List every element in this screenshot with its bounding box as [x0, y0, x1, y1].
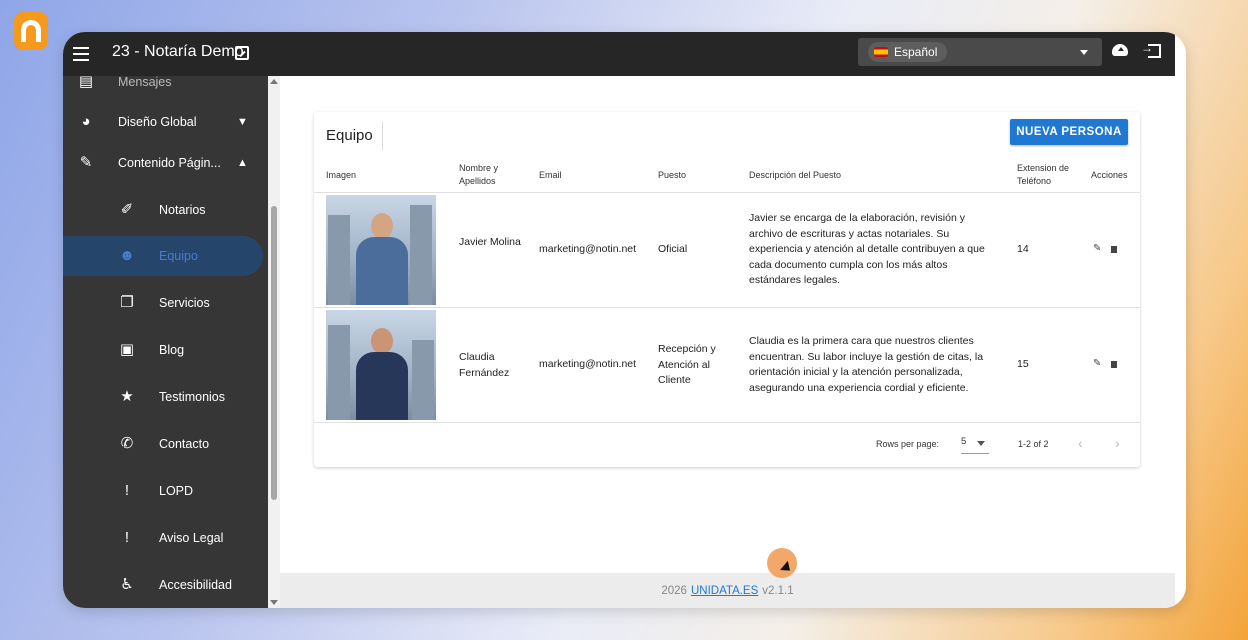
sidebar-item-label: Servicios [159, 296, 210, 310]
sidebar-item-diseno-global[interactable]: ◕ Diseño Global ▼ [63, 102, 268, 142]
sidebar-item-mensajes[interactable]: ▤ Mensajes [63, 76, 268, 102]
edit-document-icon: ✎ [79, 154, 93, 171]
sidebar-item-equipo[interactable]: ☻ Equipo [63, 236, 263, 276]
member-position: Oficial [658, 243, 688, 255]
main-content: Equipo NUEVA PERSONA Imagen Nombre y Ape… [280, 76, 1186, 608]
menu-icon[interactable] [73, 47, 91, 61]
documents-icon: ❐ [120, 294, 134, 311]
app-title: 23 - Notaría Demo [112, 43, 244, 60]
member-description: Javier se encarga de la elaboración, rev… [749, 212, 985, 286]
app-window: 23 - Notaría Demo Español ▤ Mensajes ◕ D… [63, 32, 1186, 608]
column-header-email[interactable]: Email [539, 169, 562, 182]
scroll-down-icon[interactable] [270, 600, 278, 605]
table-row: Javier Molina marketing@notin.net Oficia… [314, 193, 1140, 308]
rows-per-page-label: Rows per page: [876, 439, 940, 449]
spain-flag-icon [874, 47, 888, 57]
logout-icon[interactable] [1141, 41, 1161, 58]
sidebar-item-label: Diseño Global [118, 115, 197, 129]
column-header-description[interactable]: Descripción del Puesto [749, 169, 841, 182]
sidebar-item-label: LOPD [159, 484, 194, 498]
member-name: Claudia Fernández [459, 351, 510, 379]
chevron-down-icon: ▼ [237, 116, 248, 128]
sidebar-item-servicios[interactable]: ❐ Servicios [63, 283, 268, 323]
footer-version: v2.1.1 [762, 584, 794, 597]
sidebar-item-label: Notarios [159, 203, 206, 217]
top-bar: 23 - Notaría Demo Español [63, 32, 1175, 76]
article-icon: ▣ [119, 341, 135, 358]
member-email: marketing@notin.net [539, 358, 637, 370]
chevron-down-icon [977, 441, 985, 446]
open-external-icon[interactable] [235, 46, 249, 60]
rows-per-page-select[interactable]: 5 [961, 436, 989, 454]
sidebar-item-testimonios[interactable]: ★ Testimonios [63, 377, 268, 417]
sidebar-item-label: Testimonios [159, 390, 225, 404]
delete-icon[interactable] [1111, 246, 1117, 253]
column-header-actions: Acciones [1091, 170, 1128, 180]
cloud-upload-icon[interactable] [1112, 44, 1128, 56]
sidebar-item-label: Contenido Págin... [118, 156, 221, 170]
language-chip: Español [868, 42, 948, 62]
alert-icon: ! [124, 482, 130, 499]
team-member-photo [326, 195, 436, 305]
sidebar-item-aviso-legal[interactable]: ! Aviso Legal [63, 518, 268, 558]
group-icon: ☻ [119, 247, 135, 264]
language-select[interactable]: Español [858, 38, 1102, 66]
chevron-down-icon [1080, 50, 1088, 55]
team-card: Equipo NUEVA PERSONA Imagen Nombre y Ape… [314, 112, 1140, 467]
language-label: Español [894, 45, 938, 59]
member-description: Claudia es la primera cara que nuestros … [749, 335, 984, 394]
messages-icon: ▤ [78, 76, 94, 90]
column-header-name[interactable]: Nombre y Apellidos [459, 162, 519, 188]
phone-icon: ✆ [120, 435, 134, 452]
card-title: Equipo [326, 127, 373, 144]
star-icon: ★ [120, 388, 134, 405]
member-email: marketing@notin.net [539, 243, 637, 255]
sidebar-item-label: Contacto [159, 437, 210, 451]
chevron-right-icon[interactable]: › [1115, 435, 1120, 451]
sidebar-scrollbar-thumb[interactable] [271, 206, 277, 500]
column-header-extension[interactable]: Extension de Teléfono [1017, 162, 1077, 188]
click-indicator [767, 548, 797, 578]
column-header-image[interactable]: Imagen [326, 169, 356, 182]
sidebar-item-label: Accesibilidad [159, 578, 232, 592]
footer-year: 2026 [661, 584, 687, 597]
pagination-range: 1-2 of 2 [1018, 439, 1049, 449]
new-person-button[interactable]: NUEVA PERSONA [1010, 119, 1128, 145]
brand-logo [14, 12, 48, 50]
chevron-left-icon[interactable]: ‹ [1078, 435, 1083, 451]
person-edit-icon: ✐ [120, 201, 134, 218]
pagination: Rows per page: 5 1-2 of 2 ‹ › [314, 423, 1140, 467]
sidebar-item-contacto[interactable]: ✆ Contacto [63, 424, 268, 464]
sidebar-item-notarios[interactable]: ✐ Notarios [63, 190, 268, 230]
sidebar-item-contenido-pagina[interactable]: ✎ Contenido Págin... ▲ [63, 143, 268, 183]
column-header-position[interactable]: Puesto [658, 169, 686, 182]
divider [382, 122, 383, 150]
rows-per-page-value: 5 [961, 436, 967, 447]
sidebar-item-label: Blog [159, 343, 185, 357]
delete-icon[interactable] [1111, 361, 1117, 368]
member-extension: 14 [1017, 243, 1029, 255]
footer-link[interactable]: UNIDATA.ES [691, 585, 758, 597]
member-position: Recepción y Atención al Cliente [658, 343, 716, 386]
member-extension: 15 [1017, 358, 1029, 370]
table-row: Claudia Fernández marketing@notin.net Re… [314, 308, 1140, 423]
palette-icon: ◕ [81, 113, 91, 130]
footer: 2026 UNIDATA.ES v2.1.1 [280, 573, 1175, 608]
sidebar: ▤ Mensajes ◕ Diseño Global ▼ ✎ Contenido… [63, 76, 268, 608]
scroll-up-icon[interactable] [270, 79, 278, 84]
sidebar-item-blog[interactable]: ▣ Blog [63, 330, 268, 370]
team-member-photo [326, 310, 436, 420]
alert-icon: ! [124, 529, 130, 546]
sidebar-item-label: Aviso Legal [159, 531, 224, 545]
sidebar-item-accesibilidad[interactable]: ♿ Accesibilidad [63, 565, 268, 605]
member-name: Javier Molina [459, 236, 521, 248]
edit-icon[interactable]: ✎ [1093, 358, 1101, 369]
edit-icon[interactable]: ✎ [1093, 243, 1101, 254]
sidebar-item-lopd[interactable]: ! LOPD [63, 471, 268, 511]
accessibility-icon: ♿ [120, 576, 134, 593]
chevron-up-icon: ▲ [237, 157, 248, 169]
sidebar-item-label: Mensajes [118, 76, 172, 89]
sidebar-item-label: Equipo [159, 249, 198, 263]
